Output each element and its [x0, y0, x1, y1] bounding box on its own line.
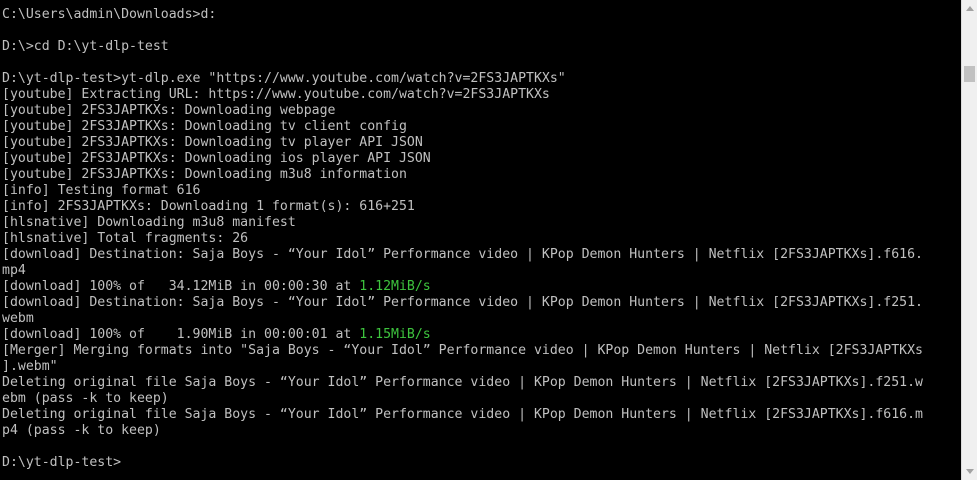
- line-text: D:\yt-dlp-test>yt-dlp.exe "https://www.y…: [2, 71, 566, 86]
- line-text: Deleting original file Saja Boys - “Your…: [2, 375, 923, 390]
- terminal-line: D:\yt-dlp-test>yt-dlp.exe "https://www.y…: [0, 71, 961, 87]
- speed-value: 1.12MiB/s: [359, 279, 431, 294]
- line-text: [Merger] Merging formats into "Saja Boys…: [2, 343, 923, 358]
- scroll-thumb[interactable]: [964, 66, 975, 82]
- triangle-up-icon: [966, 6, 974, 11]
- line-text: [info] Testing format 616: [2, 183, 201, 198]
- terminal-line: Deleting original file Saja Boys - “Your…: [0, 407, 961, 423]
- terminal-line: p4 (pass -k to keep): [0, 423, 961, 439]
- terminal-line: ebm (pass -k to keep): [0, 391, 961, 407]
- terminal-line: D:\>cd D:\yt-dlp-test: [0, 39, 961, 55]
- terminal-output[interactable]: C:\Users\admin\Downloads>d: D:\>cd D:\yt-…: [0, 0, 961, 480]
- terminal-line: [youtube] 2FS3JAPTKXs: Downloading tv cl…: [0, 119, 961, 135]
- vertical-scrollbar[interactable]: [961, 0, 977, 480]
- line-text: mp4: [2, 263, 26, 278]
- terminal-line: [download] 100% of 1.90MiB in 00:00:01 a…: [0, 327, 961, 343]
- speed-value: 1.15MiB/s: [359, 327, 431, 342]
- line-text: [youtube] 2FS3JAPTKXs: Downloading webpa…: [2, 103, 336, 118]
- line-text: [youtube] 2FS3JAPTKXs: Downloading tv pl…: [2, 135, 423, 150]
- line-text: Deleting original file Saja Boys - “Your…: [2, 407, 923, 422]
- line-text: D:\>cd D:\yt-dlp-test: [2, 39, 169, 54]
- line-text: [hlsnative] Downloading m3u8 manifest: [2, 215, 296, 230]
- line-text: [download] 100% of 34.12MiB in 00:00:30 …: [2, 279, 360, 294]
- line-text: ebm (pass -k to keep): [2, 391, 169, 406]
- terminal-line: [download] Destination: Saja Boys - “You…: [0, 247, 961, 263]
- line-text: webm: [2, 311, 34, 326]
- line-text: [hlsnative] Total fragments: 26: [2, 231, 249, 246]
- line-text: [youtube] 2FS3JAPTKXs: Downloading ios p…: [2, 151, 431, 166]
- line-text: p4 (pass -k to keep): [2, 423, 161, 438]
- line-text: ].webm": [2, 359, 58, 374]
- terminal-line: [Merger] Merging formats into "Saja Boys…: [0, 343, 961, 359]
- line-text: [youtube] 2FS3JAPTKXs: Downloading tv cl…: [2, 119, 407, 134]
- line-text: D:\yt-dlp-test>: [2, 455, 122, 470]
- line-text: C:\Users\admin\Downloads>d:: [2, 7, 217, 22]
- terminal-line: [youtube] 2FS3JAPTKXs: Downloading tv pl…: [0, 135, 961, 151]
- terminal-line: [hlsnative] Downloading m3u8 manifest: [0, 215, 961, 231]
- line-text: [youtube] 2FS3JAPTKXs: Downloading m3u8 …: [2, 167, 407, 182]
- line-text: [info] 2FS3JAPTKXs: Downloading 1 format…: [2, 199, 415, 214]
- terminal-line: [download] Destination: Saja Boys - “You…: [0, 295, 961, 311]
- line-text: [download] 100% of 1.90MiB in 00:00:01 a…: [2, 327, 360, 342]
- terminal-line: [youtube] Extracting URL: https://www.yo…: [0, 87, 961, 103]
- terminal-line: ].webm": [0, 359, 961, 375]
- terminal-line: [youtube] 2FS3JAPTKXs: Downloading m3u8 …: [0, 167, 961, 183]
- scroll-down-button[interactable]: [962, 464, 977, 480]
- line-text: [download] Destination: Saja Boys - “You…: [2, 295, 923, 310]
- line-text: [youtube] Extracting URL: https://www.yo…: [2, 87, 550, 102]
- terminal-line: [hlsnative] Total fragments: 26: [0, 231, 961, 247]
- triangle-down-icon: [966, 469, 974, 474]
- terminal-line: [download] 100% of 34.12MiB in 00:00:30 …: [0, 279, 961, 295]
- terminal-line: [info] Testing format 616: [0, 183, 961, 199]
- terminal-line: webm: [0, 311, 961, 327]
- terminal-line: mp4: [0, 263, 961, 279]
- scroll-up-button[interactable]: [962, 0, 977, 16]
- line-text: [download] Destination: Saja Boys - “You…: [2, 247, 923, 262]
- terminal-line: [info] 2FS3JAPTKXs: Downloading 1 format…: [0, 199, 961, 215]
- console-window: C:\Users\admin\Downloads>d: D:\>cd D:\yt-…: [0, 0, 977, 480]
- terminal-line: Deleting original file Saja Boys - “Your…: [0, 375, 961, 391]
- terminal-line: D:\yt-dlp-test>: [0, 455, 961, 471]
- terminal-line: C:\Users\admin\Downloads>d:: [0, 7, 961, 23]
- terminal-line: [youtube] 2FS3JAPTKXs: Downloading webpa…: [0, 103, 961, 119]
- terminal-line: [youtube] 2FS3JAPTKXs: Downloading ios p…: [0, 151, 961, 167]
